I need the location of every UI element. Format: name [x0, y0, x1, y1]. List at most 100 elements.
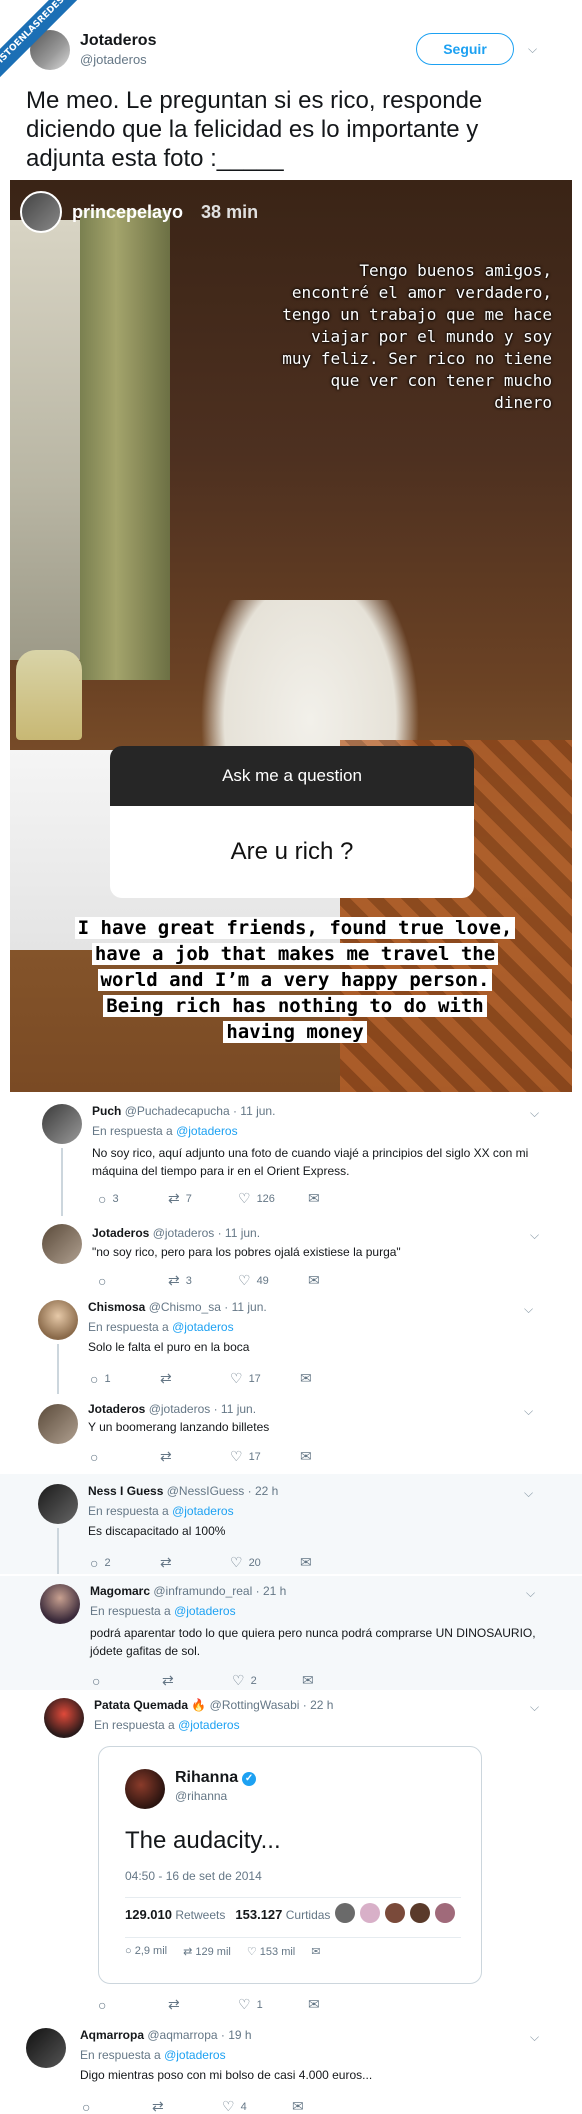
reply-button[interactable]: ○ 1 — [90, 1370, 160, 1387]
reply-time[interactable]: · 11 jun. — [224, 1300, 266, 1314]
reply-author-name[interactable]: Patata Quemada 🔥 — [94, 1698, 206, 1712]
avatar[interactable] — [38, 1404, 78, 1444]
reply-tweet[interactable]: Chismosa @Chismo_sa · 11 jun. ⌵ En respu… — [0, 1296, 582, 1394]
message-button[interactable]: ✉ — [308, 1272, 378, 1289]
retweet-button[interactable]: ⇄ — [160, 1448, 230, 1465]
reply-tweet[interactable]: Jotaderos @jotaderos · 11 jun. ⌵ Y un bo… — [0, 1394, 582, 1474]
mention-link[interactable]: @jotaderos — [172, 1320, 234, 1334]
reply-button[interactable]: ○ — [90, 1448, 160, 1465]
avatar[interactable] — [44, 1698, 84, 1738]
reply-author-handle[interactable]: @aqmarropa — [147, 2028, 217, 2042]
quoted-tweet-card[interactable]: Rihanna ✓ @rihanna The audacity... 04:50 … — [98, 1746, 482, 1984]
like-button[interactable]: ♡ 17 — [230, 1370, 300, 1387]
like-button[interactable]: ♡ 17 — [230, 1448, 300, 1465]
like-button[interactable]: ♡ 20 — [230, 1554, 300, 1571]
reply-time[interactable]: · 21 h — [256, 1584, 287, 1598]
chevron-down-icon[interactable]: ⌵ — [530, 2030, 539, 2045]
chevron-down-icon[interactable]: ⌵ — [530, 1106, 539, 1121]
avatar[interactable] — [42, 1224, 82, 1264]
like-button[interactable]: ♡ 153 mil — [247, 1945, 295, 1958]
reply-author-handle[interactable]: @Chismo_sa — [149, 1300, 221, 1314]
reply-tweet[interactable]: Magomarc @inframundo_real · 21 h ⌵ En re… — [0, 1576, 582, 1690]
reply-author-name[interactable]: Jotaderos — [88, 1402, 145, 1416]
quoted-date[interactable]: 04:50 - 16 de set de 2014 — [125, 1869, 262, 1883]
retweet-button[interactable]: ⇄ 129 mil — [183, 1945, 231, 1958]
chevron-down-icon[interactable]: ⌵ — [524, 1404, 533, 1419]
reply-button[interactable]: ○ — [92, 1672, 162, 1689]
message-button[interactable]: ✉ — [300, 1554, 370, 1571]
quoted-handle[interactable]: @rihanna — [175, 1789, 227, 1803]
reply-author-name[interactable]: Puch — [92, 1104, 121, 1118]
reply-time[interactable]: · 11 jun. — [218, 1226, 260, 1240]
mention-link[interactable]: @jotaderos — [172, 1504, 234, 1518]
reply-button[interactable]: ○ — [82, 2098, 152, 2114]
reply-author-handle[interactable]: @NessIGuess — [167, 1484, 245, 1498]
author-name[interactable]: Jotaderos — [80, 32, 156, 50]
follow-button[interactable]: Seguir — [416, 33, 514, 65]
retweet-button[interactable]: ⇄ — [168, 1996, 238, 2013]
like-button[interactable]: ♡ 126 — [238, 1190, 308, 1207]
chevron-down-icon[interactable]: ⌵ — [524, 1302, 533, 1317]
reply-author-handle[interactable]: @jotaderos — [149, 1402, 211, 1416]
like-button[interactable]: ♡ 1 — [238, 1996, 308, 2013]
reply-time[interactable]: · 19 h — [221, 2028, 252, 2042]
message-button[interactable]: ✉ — [308, 1996, 378, 2013]
avatar[interactable] — [42, 1104, 82, 1144]
retweet-button[interactable]: ⇄ — [160, 1370, 230, 1387]
reply-tweet[interactable]: Puch @Puchadecapucha · 11 jun. ⌵ En resp… — [0, 1096, 582, 1216]
reply-time[interactable]: · 22 h — [248, 1484, 279, 1498]
reply-time[interactable]: · 22 h — [303, 1698, 334, 1712]
reply-button[interactable]: ○ — [98, 1272, 168, 1289]
reply-author-handle[interactable]: @inframundo_real — [153, 1584, 252, 1598]
reply-time[interactable]: · 11 jun. — [233, 1104, 275, 1118]
avatar[interactable] — [40, 1584, 80, 1624]
reply-author-name[interactable]: Aqmarropa — [80, 2028, 144, 2042]
quoted-avatar[interactable] — [125, 1769, 165, 1809]
tweet-image[interactable]: princepelayo 38 min Tengo buenos amigos,… — [10, 180, 572, 1092]
like-button[interactable]: ♡ 4 — [222, 2098, 292, 2114]
message-button[interactable]: ✉ — [292, 2098, 362, 2114]
retweet-button[interactable]: ⇄ — [160, 1554, 230, 1571]
avatar[interactable] — [38, 1300, 78, 1340]
mention-link[interactable]: @jotaderos — [174, 1604, 236, 1618]
like-button[interactable]: ♡ 49 — [238, 1272, 308, 1289]
mention-link[interactable]: @jotaderos — [164, 2048, 226, 2062]
author-handle[interactable]: @jotaderos — [80, 52, 147, 67]
reply-author-handle[interactable]: @RottingWasabi — [210, 1698, 300, 1712]
reply-button[interactable]: ○ 3 — [98, 1190, 168, 1207]
reply-author-name[interactable]: Ness I Guess — [88, 1484, 163, 1498]
chevron-down-icon[interactable]: ⌵ — [530, 1228, 539, 1243]
reply-author-handle[interactable]: @Puchadecapucha — [125, 1104, 230, 1118]
message-button[interactable]: ✉ — [300, 1370, 370, 1387]
mention-link[interactable]: @jotaderos — [178, 1718, 240, 1732]
avatar[interactable] — [38, 1484, 78, 1524]
envelope-icon[interactable]: ✉ — [311, 1945, 320, 1958]
reply-tweet[interactable]: Ness I Guess @NessIGuess · 22 h ⌵ En res… — [0, 1474, 582, 1574]
reply-time[interactable]: · 11 jun. — [214, 1402, 256, 1416]
mention-link[interactable]: @jotaderos — [176, 1124, 238, 1138]
reply-button[interactable]: ○ — [98, 1996, 168, 2013]
reply-tweet[interactable]: Jotaderos @jotaderos · 11 jun. ⌵ "no soy… — [0, 1216, 582, 1296]
reply-tweet[interactable]: Aqmarropa @aqmarropa · 19 h ⌵ En respues… — [0, 2022, 582, 2114]
retweet-button[interactable]: ⇄ — [162, 1672, 232, 1689]
chevron-down-icon[interactable]: ⌵ — [524, 1486, 533, 1501]
reply-author-name[interactable]: Jotaderos — [92, 1226, 149, 1240]
message-button[interactable]: ✉ — [302, 1672, 372, 1689]
quoted-author[interactable]: Rihanna ✓ — [175, 1769, 257, 1787]
chevron-down-icon[interactable]: ⌵ — [526, 1586, 535, 1601]
reply-author-name[interactable]: Chismosa — [88, 1300, 145, 1314]
chevron-down-icon[interactable]: ⌵ — [528, 42, 537, 57]
reply-author-handle[interactable]: @jotaderos — [153, 1226, 215, 1240]
chevron-down-icon[interactable]: ⌵ — [530, 1700, 539, 1715]
reply-author-name[interactable]: Magomarc — [90, 1584, 150, 1598]
retweet-button[interactable]: ⇄ 3 — [168, 1272, 238, 1289]
retweet-button[interactable]: ⇄ — [152, 2098, 222, 2114]
avatar[interactable] — [26, 2028, 66, 2068]
message-button[interactable]: ✉ — [300, 1448, 370, 1465]
like-button[interactable]: ♡ 2 — [232, 1672, 302, 1689]
reply-button[interactable]: ○ 2 — [90, 1554, 160, 1571]
retweet-button[interactable]: ⇄ 7 — [168, 1190, 238, 1207]
reply-button[interactable]: ○ 2,9 mil — [125, 1945, 167, 1958]
message-button[interactable]: ✉ — [308, 1190, 378, 1207]
in-reply-to: En respuesta a @jotaderos — [88, 1504, 234, 1518]
